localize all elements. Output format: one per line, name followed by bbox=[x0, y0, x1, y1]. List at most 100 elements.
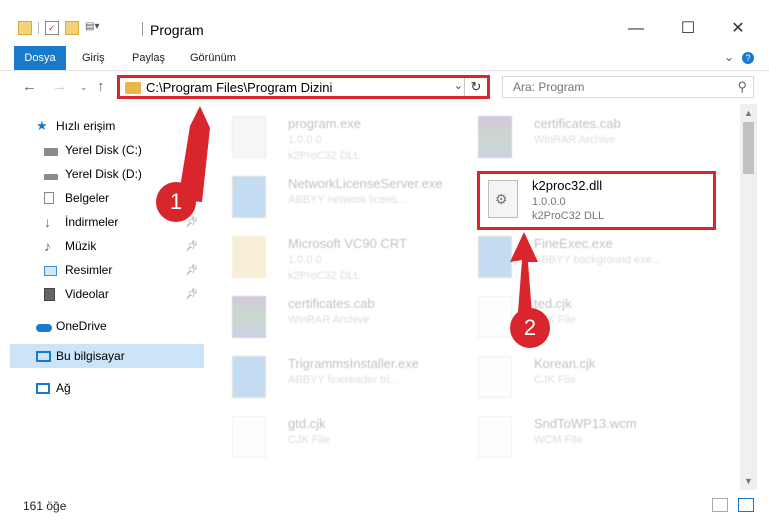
search-input[interactable] bbox=[511, 79, 725, 95]
drive-icon bbox=[44, 173, 58, 180]
maximize-button[interactable]: ☐ bbox=[668, 14, 708, 44]
search-icon[interactable]: ⚲ bbox=[737, 79, 747, 95]
file-type: CJK File bbox=[288, 434, 330, 446]
ribbon: Dosya Giriş Paylaş Görünüm ⌄ ? bbox=[0, 46, 769, 71]
window-title: Program bbox=[150, 22, 204, 38]
tab-home[interactable]: Giriş bbox=[82, 46, 105, 70]
up-arrow-icon[interactable]: ↑ bbox=[97, 78, 105, 95]
folder-icon[interactable] bbox=[18, 21, 32, 35]
sidebar-item-label: Belgeler bbox=[65, 191, 110, 205]
navigation-pane: ★ Hızlı erişim Yerel Disk (C:) 📌︎ Yerel … bbox=[0, 110, 206, 490]
file-item[interactable]: ted.cjk CJK File bbox=[452, 290, 682, 346]
file-item[interactable]: Korean.cjk CJK File bbox=[452, 350, 682, 406]
address-bar[interactable]: C:\Program Files\Program Dizini ⌄ ↻ bbox=[117, 75, 490, 99]
toolbar-separator bbox=[38, 22, 39, 34]
file-description: k2ProC32 DLL bbox=[288, 270, 361, 282]
sidebar-item-music[interactable]: ♪ Müzik 📌︎ bbox=[10, 234, 204, 258]
sidebar-item-onedrive[interactable]: OneDrive bbox=[10, 314, 204, 338]
sidebar-item-label: Yerel Disk (C:) bbox=[65, 143, 142, 157]
sidebar-item-label: OneDrive bbox=[56, 319, 107, 333]
sidebar-item-label: Hızlı erişim bbox=[56, 119, 116, 133]
customize-toolbar-icon[interactable]: ▤▾ bbox=[85, 21, 105, 35]
file-name: Microsoft VC90 CRT bbox=[288, 236, 407, 251]
sidebar-item-this-pc[interactable]: Bu bilgisayar bbox=[10, 344, 204, 368]
scroll-up-icon[interactable]: ▲ bbox=[744, 108, 753, 118]
minimize-button[interactable]: — bbox=[616, 14, 656, 44]
file-type: WinRAR Archive bbox=[534, 134, 616, 146]
new-folder-icon[interactable] bbox=[65, 21, 79, 35]
file-icon bbox=[478, 296, 512, 338]
forward-arrow-icon[interactable]: → bbox=[52, 78, 67, 95]
file-item[interactable]: certificates.cab WinRAR Archive bbox=[452, 110, 682, 166]
search-box[interactable]: ⚲ bbox=[502, 76, 754, 98]
tab-view[interactable]: Görünüm bbox=[190, 46, 236, 70]
sidebar-item-label: Bu bilgisayar bbox=[56, 349, 125, 363]
vertical-scrollbar[interactable]: ▲ ▼ bbox=[740, 104, 757, 490]
back-arrow-icon[interactable]: ← bbox=[22, 78, 37, 95]
sidebar-item-label: Müzik bbox=[65, 239, 97, 253]
properties-icon[interactable]: ✓ bbox=[45, 21, 59, 35]
expand-ribbon-icon[interactable]: ⌄ bbox=[724, 50, 734, 64]
sidebar-item-videos[interactable]: Videolar 📌︎ bbox=[10, 282, 204, 306]
item-count: 161 öğe bbox=[23, 499, 67, 513]
music-icon: ♪ bbox=[44, 238, 51, 254]
pin-icon: 📌︎ bbox=[185, 288, 198, 300]
file-name: program.exe bbox=[288, 116, 361, 131]
tab-file[interactable]: Dosya bbox=[14, 46, 66, 70]
sidebar-item-network[interactable]: Ağ bbox=[10, 376, 204, 400]
file-item[interactable]: TrigrammsInstaller.exe ABBYY finereader … bbox=[206, 350, 436, 406]
sidebar-item-label: Yerel Disk (D:) bbox=[65, 167, 142, 181]
file-item[interactable]: Microsoft VC90 CRT 1.0.0.0 k2ProC32 DLL bbox=[206, 230, 436, 286]
exe-icon bbox=[232, 116, 266, 158]
file-name: ted.cjk bbox=[534, 296, 572, 311]
file-item[interactable]: program.exe 1.0.0.0 k2ProC32 DLL bbox=[206, 110, 436, 166]
tab-share[interactable]: Paylaş bbox=[132, 46, 165, 70]
sidebar-item-label: Ağ bbox=[56, 381, 71, 395]
file-type: CJK File bbox=[534, 374, 576, 386]
help-icon[interactable]: ? bbox=[742, 52, 754, 64]
archive-icon bbox=[478, 116, 512, 158]
file-item[interactable]: FineExec.exe ABBYY background exe... bbox=[452, 230, 682, 286]
download-icon: ↓ bbox=[44, 214, 51, 230]
close-button[interactable]: ✕ bbox=[718, 14, 758, 44]
file-item[interactable]: SndToWP13.wcm WCM File bbox=[452, 410, 682, 466]
close-icon: ✕ bbox=[731, 20, 745, 37]
file-item[interactable]: gtd.cjk CJK File bbox=[206, 410, 436, 466]
folder-icon bbox=[125, 82, 141, 94]
file-type: WinRAR Archive bbox=[288, 314, 370, 326]
file-item[interactable]: NetworkLicenseServer.exe ABBYY network l… bbox=[206, 170, 443, 226]
chevron-down-icon[interactable]: ⌄ bbox=[454, 79, 463, 92]
pin-icon: 📌︎ bbox=[185, 168, 198, 180]
recent-locations-icon[interactable]: ⌄ bbox=[80, 82, 88, 93]
title-bar: ✓ ▤▾ Program — ☐ ✕ bbox=[0, 0, 769, 46]
file-description: k2ProC32 DLL bbox=[288, 150, 361, 162]
sidebar-item-label: İndirmeler bbox=[65, 215, 119, 229]
highlight-box-dll bbox=[477, 171, 716, 230]
file-item[interactable]: certificates.cab WinRAR Archive bbox=[206, 290, 436, 346]
pin-icon: 📌︎ bbox=[185, 144, 198, 156]
exe-icon bbox=[232, 176, 266, 218]
folder-icon bbox=[232, 236, 266, 278]
sidebar-item-disk-c[interactable]: Yerel Disk (C:) 📌︎ bbox=[10, 138, 204, 162]
scroll-down-icon[interactable]: ▼ bbox=[744, 476, 753, 486]
exe-icon bbox=[478, 236, 512, 278]
file-name: Korean.cjk bbox=[534, 356, 596, 371]
sidebar-item-pictures[interactable]: Resimler 📌︎ bbox=[10, 258, 204, 282]
file-name: TrigrammsInstaller.exe bbox=[288, 356, 419, 371]
pin-icon: 📌︎ bbox=[185, 240, 198, 252]
file-icon bbox=[478, 356, 512, 398]
star-icon: ★ bbox=[36, 118, 48, 133]
computer-icon bbox=[36, 350, 51, 362]
pictures-icon bbox=[44, 266, 57, 276]
exe-icon bbox=[232, 356, 266, 398]
file-icon bbox=[478, 416, 512, 458]
address-path[interactable]: C:\Program Files\Program Dizini bbox=[146, 80, 332, 95]
scrollbar-thumb[interactable] bbox=[743, 122, 754, 174]
cloud-icon bbox=[36, 324, 52, 332]
refresh-icon[interactable]: ↻ bbox=[464, 78, 487, 96]
details-view-icon[interactable] bbox=[712, 498, 728, 512]
sidebar-item-quick-access[interactable]: ★ Hızlı erişim bbox=[10, 114, 204, 138]
large-icons-view-icon[interactable] bbox=[738, 498, 754, 512]
quick-access-toolbar: ✓ ▤▾ bbox=[18, 21, 105, 35]
file-list: program.exe 1.0.0.0 k2ProC32 DLL certifi… bbox=[206, 104, 740, 490]
